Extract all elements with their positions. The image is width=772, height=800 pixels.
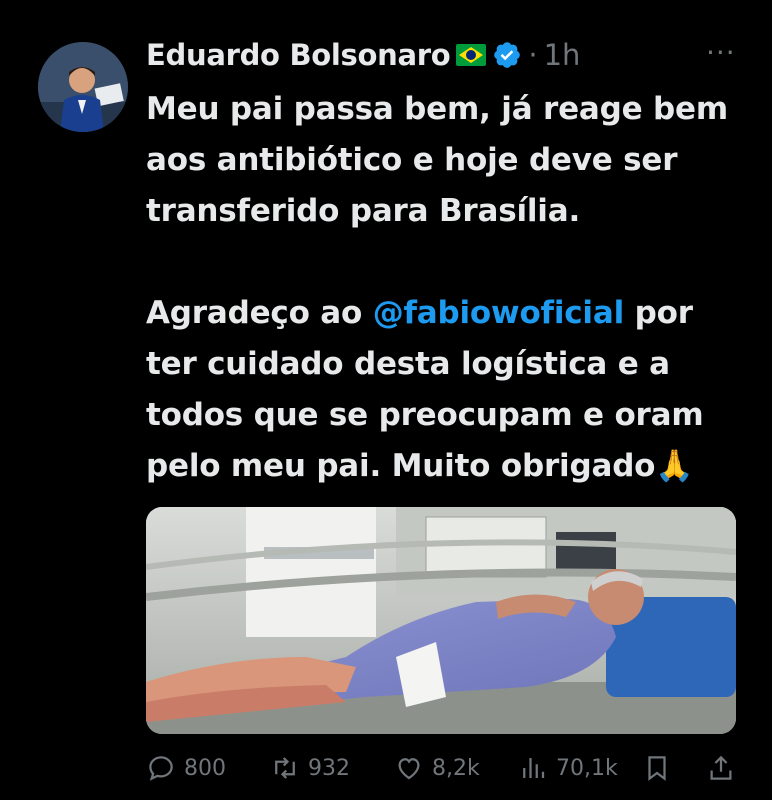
repost-count: 932 xyxy=(308,755,350,781)
brazil-flag-icon xyxy=(456,44,487,66)
like-button[interactable]: 8,2k xyxy=(394,748,480,788)
avatar[interactable] xyxy=(38,42,128,132)
repost-button[interactable]: 932 xyxy=(270,748,350,788)
post-text: Meu pai passa bem, já reage bem aos anti… xyxy=(146,84,746,492)
views-count: 70,1k xyxy=(556,755,618,781)
hospital-photo xyxy=(146,507,736,734)
post-text-paragraph-1: Meu pai passa bem, já reage bem aos anti… xyxy=(146,91,728,229)
views-button[interactable]: 70,1k xyxy=(518,748,618,788)
post-text-paragraph-2: Agradeço ao @fabiowoficial por ter cuida… xyxy=(146,288,746,492)
share-icon xyxy=(710,755,732,780)
bookmark-button[interactable] xyxy=(642,748,672,788)
more-options-icon[interactable]: ··· xyxy=(706,36,736,69)
avatar-image xyxy=(38,42,128,132)
reply-count: 800 xyxy=(184,755,226,781)
share-button[interactable] xyxy=(706,748,736,788)
heart-icon xyxy=(398,758,420,780)
verified-badge-icon[interactable] xyxy=(492,40,522,70)
views-chart-icon xyxy=(523,758,545,778)
reply-icon xyxy=(149,756,173,781)
author-name[interactable]: Eduardo Bolsonaro xyxy=(146,38,451,72)
action-bar: 800 932 8,2k 70,1k xyxy=(146,748,736,788)
praying-hands-emoji: 🙏 xyxy=(655,448,694,484)
post-header: Eduardo Bolsonaro · 1h xyxy=(146,30,580,80)
separator-dot: · xyxy=(528,38,538,72)
like-count: 8,2k xyxy=(432,755,480,781)
bookmark-icon xyxy=(648,756,666,781)
reply-button[interactable]: 800 xyxy=(146,748,226,788)
repost-icon xyxy=(275,757,295,779)
post-time[interactable]: 1h xyxy=(544,38,581,72)
post-media-image[interactable] xyxy=(146,507,736,734)
mention-link[interactable]: @fabiowoficial xyxy=(373,295,625,331)
post-text-segment: Agradeço ao xyxy=(146,295,373,331)
